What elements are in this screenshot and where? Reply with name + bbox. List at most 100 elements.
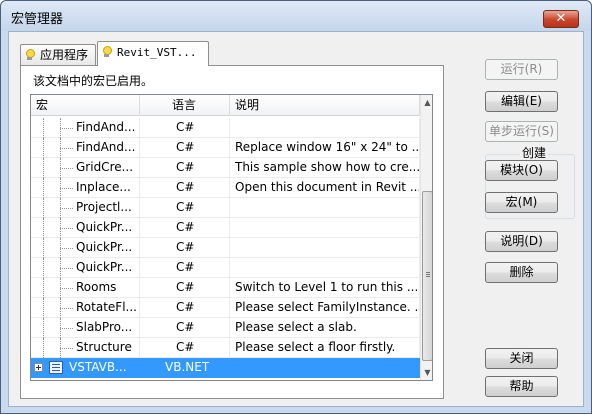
- table-row[interactable]: FindAnd... C#: [31, 118, 420, 138]
- macro-name: Inplace...: [76, 180, 131, 194]
- macro-name: Rooms: [76, 280, 117, 294]
- macro-language: C#: [140, 318, 230, 338]
- tab-label: 应用程序: [40, 48, 89, 62]
- macro-language: C#: [140, 258, 230, 278]
- macro-language: C#: [140, 298, 230, 318]
- table-row[interactable]: Structure C# Please select a floor firstly…: [31, 338, 420, 358]
- macro-language: C#: [140, 198, 230, 218]
- delete-button[interactable]: 删除: [485, 262, 558, 283]
- lightbulb-icon: [102, 46, 112, 57]
- macro-description: Switch to Level 1 to run this ...: [230, 278, 420, 298]
- tree-line: [43, 138, 44, 158]
- macro-name: SlabPro...: [76, 320, 133, 334]
- tree-line: [43, 198, 44, 218]
- tree-line: [43, 118, 44, 138]
- tab-applications[interactable]: 应用程序: [20, 44, 96, 66]
- tree-line: [60, 168, 73, 169]
- macro-description: [230, 238, 420, 258]
- macro-name: Structure: [76, 340, 132, 354]
- tree-line: [43, 298, 44, 318]
- macro-name: Projectl...: [76, 200, 132, 214]
- close-button[interactable]: 关闭: [485, 348, 558, 369]
- macro-name: FindAnd...: [76, 140, 136, 154]
- step-run-button[interactable]: 单步运行(S): [485, 121, 558, 142]
- tree-line: [60, 268, 73, 269]
- macro-button[interactable]: 宏(M): [485, 192, 558, 213]
- macro-language: C#: [140, 158, 230, 178]
- vertical-scrollbar[interactable]: ▲ ▼: [420, 95, 432, 380]
- scroll-thumb[interactable]: [422, 191, 432, 361]
- tree-line: [60, 188, 73, 189]
- macro-description: [230, 118, 420, 138]
- tree-line: [60, 308, 73, 309]
- run-button[interactable]: 运行(R): [485, 59, 558, 80]
- macro-description: This sample show how to cre...: [230, 158, 420, 178]
- table-row[interactable]: FindAnd... C# Replace window 16" x 24" to …: [31, 138, 420, 158]
- macro-name: QuickPr...: [76, 260, 133, 274]
- project-icon: [49, 361, 63, 374]
- tree-line: [43, 178, 44, 198]
- window-title: 宏管理器: [11, 12, 64, 27]
- tree-line: [60, 288, 73, 289]
- table-row-selected[interactable]: VSTAVB... VB.NET: [31, 358, 420, 378]
- table-row[interactable]: QuickPr... C#: [31, 218, 420, 238]
- table-row[interactable]: Projectl... C#: [31, 198, 420, 218]
- macro-description: Please select a floor firstly.: [230, 338, 420, 358]
- macro-language: C#: [140, 138, 230, 158]
- expand-icon[interactable]: [34, 363, 43, 372]
- close-window-button[interactable]: ✕: [543, 10, 579, 28]
- tree-line: [43, 318, 44, 338]
- tree-line: [60, 208, 73, 209]
- tab-revit-vst[interactable]: Revit_VST...: [97, 41, 209, 66]
- tree-line: [60, 328, 73, 329]
- tab-label: Revit_VST...: [117, 46, 197, 59]
- macro-language: C#: [140, 118, 230, 138]
- scroll-down-icon[interactable]: ▼: [423, 368, 432, 377]
- create-group-label: 创建: [520, 144, 549, 161]
- macro-name: VSTAVB...: [69, 360, 127, 374]
- macro-language: VB.NET: [140, 358, 230, 378]
- macro-description: [230, 258, 420, 278]
- table-row[interactable]: GridCre... C# This sample show how to cre.…: [31, 158, 420, 178]
- dialog-client: 应用程序 Revit_VST... 该文档中的宏已启用。 宏 语言 说明 Fin…: [8, 31, 584, 407]
- macro-description: Open this document in Revit ...: [230, 178, 420, 198]
- table-row[interactable]: RotateFl... C# Please select FamilyInstanc…: [31, 298, 420, 318]
- macro-description: [230, 198, 420, 218]
- list-header: 宏 语言 说明: [31, 95, 420, 116]
- column-header-description[interactable]: 说明: [230, 95, 420, 116]
- macro-manager-window: 宏管理器 ✕ 应用程序 Revit_VST... 该文档中的宏已启用。 宏 语言…: [0, 0, 592, 414]
- tree-line: [60, 348, 73, 349]
- macro-list[interactable]: 宏 语言 说明 FindAnd... C# FindAnd... C# Replace …: [30, 94, 433, 381]
- macro-description: Please select FamilyInstance. ...: [230, 298, 420, 318]
- macro-name: GridCre...: [76, 160, 134, 174]
- table-row[interactable]: Inplace... C# Open this document in Revit …: [31, 178, 420, 198]
- description-button[interactable]: 说明(D): [485, 231, 558, 252]
- macro-language: C#: [140, 338, 230, 358]
- scroll-up-icon[interactable]: ▲: [423, 98, 432, 107]
- column-header-macro[interactable]: 宏: [31, 95, 140, 116]
- macro-description: Replace window 16" x 24" to ...: [230, 138, 420, 158]
- macro-description: Please select a slab.: [230, 318, 420, 338]
- edit-button[interactable]: 编辑(E): [485, 91, 558, 112]
- table-row[interactable]: Rooms C# Switch to Level 1 to run this ...: [31, 278, 420, 298]
- macro-language: C#: [140, 218, 230, 238]
- tree-line: [43, 218, 44, 238]
- tree-line: [60, 248, 73, 249]
- table-row[interactable]: QuickPr... C#: [31, 238, 420, 258]
- macros-enabled-message: 该文档中的宏已启用。: [33, 74, 154, 88]
- tree-line: [43, 158, 44, 178]
- title-bar: 宏管理器 ✕: [1, 1, 591, 31]
- table-row[interactable]: QuickPr... C#: [31, 258, 420, 278]
- tree-line: [60, 148, 73, 149]
- help-button[interactable]: 帮助: [485, 376, 558, 397]
- module-button[interactable]: 模块(O): [485, 160, 558, 181]
- macro-name: QuickPr...: [76, 240, 133, 254]
- tree-line: [43, 258, 44, 278]
- macro-name: FindAnd...: [76, 120, 136, 134]
- macro-description: [230, 218, 420, 238]
- macro-language: C#: [140, 278, 230, 298]
- column-header-language[interactable]: 语言: [140, 95, 230, 116]
- tree-line: [60, 128, 73, 129]
- table-row[interactable]: SlabPro... C# Please select a slab.: [31, 318, 420, 338]
- tree-line: [43, 338, 44, 358]
